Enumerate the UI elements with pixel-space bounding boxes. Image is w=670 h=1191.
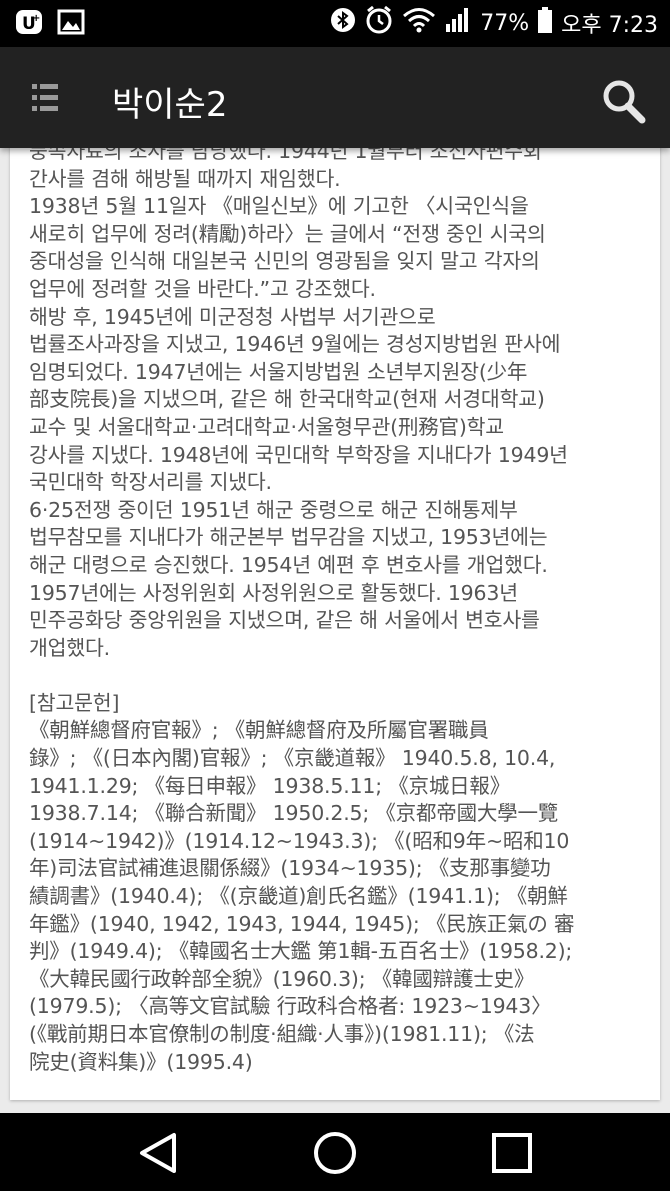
article-line: 《朝鮮總督府官報》; 《朝鮮總督府及所屬官署職員 <box>29 718 489 743</box>
navigation-bar <box>0 1113 670 1191</box>
article-line: 해군 대령으로 승진했다. 1954년 예편 후 변호사를 개업했다. <box>29 552 548 577</box>
article-line: 1957년에는 사정위원회 사정위원으로 활동했다. 1963년 <box>29 580 518 605</box>
wifi-icon <box>402 6 436 40</box>
article-line: 민주공화당 중앙위원을 지냈으며, 같은 해 서울에서 변호사를 <box>29 608 540 633</box>
alarm-icon <box>364 5 394 41</box>
article-line: 1938.7.14; 《聯合新聞》 1950.2.5; 《京都帝國大學一覽 <box>29 801 559 826</box>
article-line: 법률조사과장을 지냈고, 1946년 9월에는 경성지방법원 판사에 <box>29 332 561 357</box>
article-body: 풍속자료의 조사를 담당했다. 1944년 1월부터 조선사편수회간사를 겸해 … <box>29 148 649 1076</box>
article-line: 개업했다. <box>29 635 110 660</box>
article-line: 간사를 겸해 해방될 때까지 재임했다. <box>29 166 341 191</box>
article-line: 績調書》(1940.4); 《(京畿道)創氏名鑑》(1941.1); 《朝鮮 <box>29 884 568 909</box>
article-line: (1979.5); 〈高等文官試驗 行政科合格者: 1923~1943〉 <box>29 994 552 1019</box>
article-line: 6·25전쟁 중이던 1951년 해군 중령으로 해군 진해통제부 <box>29 497 518 522</box>
battery-percent: 77% <box>480 10 530 36</box>
article-line: 年)司法官試補進退關係綴》(1934~1935); 《支那事變功 <box>29 856 551 881</box>
back-icon[interactable] <box>134 1129 182 1177</box>
article-line: 풍속자료의 조사를 담당했다. 1944년 1월부터 조선사편수회 <box>29 148 542 163</box>
article-line: (《戰前期日本官僚制の制度·組織·人事》)(1981.11); 《法 <box>29 1022 535 1046</box>
signal-icon <box>444 6 472 40</box>
home-icon[interactable] <box>311 1129 359 1177</box>
article-line: 교수 및 서울대학교·고려대학교·서울형무관(刑務官)학교 <box>29 414 504 439</box>
recents-icon[interactable] <box>488 1129 536 1177</box>
article-line: 업무에 정려할 것을 바란다.”고 강조했다. <box>29 276 376 301</box>
search-icon[interactable] <box>600 77 648 125</box>
article-line: 중대성을 인식해 대일본국 신민의 영광됨을 잊지 말고 각자의 <box>29 249 540 274</box>
article-line: 院史(資料集)》(1995.4) <box>29 1049 253 1074</box>
battery-icon <box>537 6 553 40</box>
article-line: 部支院長)을 지냈으며, 같은 해 한국대학교(현재 서경대학교) <box>29 387 545 412</box>
bluetooth-icon <box>330 7 356 39</box>
article-line: 年鑑》(1940, 1942, 1943, 1944, 1945); 《民族正氣… <box>29 911 575 936</box>
article-line: 강사를 지냈다. 1948년에 국민대학 부학장을 지내다가 1949년 <box>29 442 568 467</box>
article-line <box>29 662 649 690</box>
article-card: 풍속자료의 조사를 담당했다. 1944년 1월부터 조선사편수회간사를 겸해 … <box>10 148 660 1100</box>
app-bar: 박이순2 <box>0 47 670 148</box>
page-title: 박이순2 <box>112 85 228 125</box>
svg-text:+: + <box>32 13 40 24</box>
gallery-icon <box>56 8 86 36</box>
article-line: 새로히 업무에 정려(精勵)하라〉는 글에서 “전쟁 중인 시국의 <box>29 221 546 246</box>
article-line: 1941.1.29; 《每日申報》 1938.5.11; 《京城日報》 <box>29 773 511 798</box>
article-line: (1914~1942)》(1914.12~1943.3); 《(昭和9年~昭和1… <box>29 828 570 853</box>
article-line: 《大韓民國行政幹部全貌》(1960.3); 《韓國辯護士史》 <box>29 966 535 991</box>
status-bar: U + 77% 오후 7:23 <box>0 0 670 47</box>
article-line: 錄》; 《(日本內閣)官報》; 《京畿道報》 1940.5.8, 10.4, <box>29 746 556 771</box>
article-line: 국민대학 학장서리를 지냈다. <box>29 470 272 495</box>
content-area[interactable]: 풍속자료의 조사를 담당했다. 1944년 1월부터 조선사편수회간사를 겸해 … <box>0 148 670 1113</box>
app-notification-icon: U + <box>14 8 44 36</box>
clock: 오후 7:23 <box>561 13 658 38</box>
article-line: 해방 후, 1945년에 미군정청 사법부 서기관으로 <box>29 304 436 329</box>
article-line: [참고문헌] <box>29 690 120 715</box>
menu-icon[interactable] <box>28 81 64 115</box>
article-line: 判》(1949.4); 《韓國名士大鑑 第1輯-五百名士》(1958.2); <box>29 939 573 964</box>
article-line: 1938년 5월 11일자 《매일신보》에 기고한 〈시국인식을 <box>29 194 529 219</box>
article-line: 법무참모를 지내다가 해군본부 법무감을 지냈고, 1953년에는 <box>29 525 548 550</box>
article-line: 임명되었다. 1947년에는 서울지방법원 소년부지원장(少年 <box>29 359 528 384</box>
